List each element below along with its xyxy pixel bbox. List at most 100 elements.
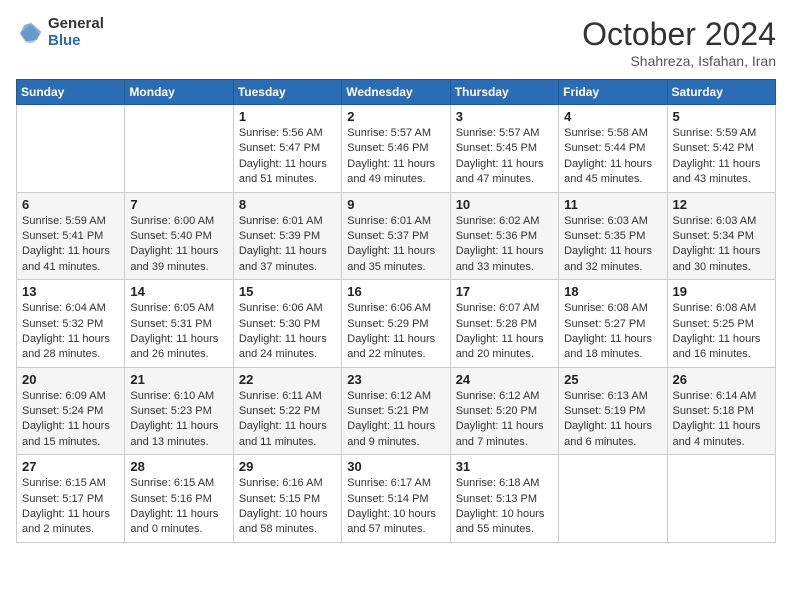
calendar-cell: 29Sunrise: 6:16 AMSunset: 5:15 PMDayligh… xyxy=(233,455,341,543)
day-info: Sunrise: 6:07 AMSunset: 5:28 PMDaylight:… xyxy=(456,301,553,363)
day-number: 11 xyxy=(564,197,661,212)
calendar-cell: 24 Sunrise: 6:12 AMSunset: 5:20 PMDayligh… xyxy=(450,367,558,455)
calendar-cell: 3Sunrise: 5:57 AMSunset: 5:45 PMDaylight… xyxy=(450,105,558,193)
calendar-cell: 27Sunrise: 6:15 AMSunset: 5:17 PMDayligh… xyxy=(17,455,125,543)
day-number: 1 xyxy=(239,109,336,124)
calendar-cell: 21 Sunrise: 6:10 AMSunset: 5:23 PMDayligh… xyxy=(125,367,233,455)
calendar-cell: 12 Sunrise: 6:03 AMSunset: 5:34 PMDayligh… xyxy=(667,192,775,280)
day-number: 20 xyxy=(22,372,119,387)
day-number: 5 xyxy=(673,109,770,124)
day-number: 2 xyxy=(347,109,444,124)
calendar-cell: 17 Sunrise: 6:07 AMSunset: 5:28 PMDayligh… xyxy=(450,280,558,368)
logo-blue: Blue xyxy=(48,33,104,50)
day-number: 25 xyxy=(564,372,661,387)
calendar-cell: 16Sunrise: 6:06 AMSunset: 5:29 PMDayligh… xyxy=(342,280,450,368)
calendar-cell: 15Sunrise: 6:06 AMSunset: 5:30 PMDayligh… xyxy=(233,280,341,368)
page-header: General Blue October 2024 Shahreza, Isfa… xyxy=(16,16,776,69)
day-info: Sunrise: 6:12 AMSunset: 5:21 PMDaylight:… xyxy=(347,389,444,451)
day-number: 13 xyxy=(22,284,119,299)
day-info: Sunrise: 5:58 AMSunset: 5:44 PMDaylight:… xyxy=(564,126,661,188)
day-number: 8 xyxy=(239,197,336,212)
calendar-week-4: 20 Sunrise: 6:09 AMSunset: 5:24 PMDayligh… xyxy=(17,367,776,455)
weekday-monday: Monday xyxy=(125,80,233,105)
day-number: 21 xyxy=(130,372,227,387)
calendar-cell: 19 Sunrise: 6:08 AMSunset: 5:25 PMDayligh… xyxy=(667,280,775,368)
calendar-cell: 13 Sunrise: 6:04 AMSunset: 5:32 PMDayligh… xyxy=(17,280,125,368)
calendar-cell xyxy=(125,105,233,193)
day-number: 4 xyxy=(564,109,661,124)
day-number: 7 xyxy=(130,197,227,212)
title-block: October 2024 Shahreza, Isfahan, Iran xyxy=(582,16,776,69)
calendar-cell: 5Sunrise: 5:59 AMSunset: 5:42 PMDaylight… xyxy=(667,105,775,193)
calendar-cell: 10 Sunrise: 6:02 AMSunset: 5:36 PMDayligh… xyxy=(450,192,558,280)
calendar-cell: 22 Sunrise: 6:11 AMSunset: 5:22 PMDayligh… xyxy=(233,367,341,455)
calendar-week-5: 27Sunrise: 6:15 AMSunset: 5:17 PMDayligh… xyxy=(17,455,776,543)
calendar-week-3: 13 Sunrise: 6:04 AMSunset: 5:32 PMDayligh… xyxy=(17,280,776,368)
day-info: Sunrise: 6:10 AMSunset: 5:23 PMDaylight:… xyxy=(130,389,227,451)
calendar-cell: 18 Sunrise: 6:08 AMSunset: 5:27 PMDayligh… xyxy=(559,280,667,368)
day-number: 23 xyxy=(347,372,444,387)
day-number: 19 xyxy=(673,284,770,299)
day-info: Sunrise: 6:06 AMSunset: 5:30 PMDaylight:… xyxy=(239,301,336,363)
day-info: Sunrise: 6:17 AMSunset: 5:14 PMDaylight:… xyxy=(347,476,444,538)
day-number: 30 xyxy=(347,459,444,474)
day-info: Sunrise: 6:08 AMSunset: 5:27 PMDaylight:… xyxy=(564,301,661,363)
day-info: Sunrise: 6:02 AMSunset: 5:36 PMDaylight:… xyxy=(456,214,553,276)
day-number: 22 xyxy=(239,372,336,387)
calendar-cell: 23 Sunrise: 6:12 AMSunset: 5:21 PMDayligh… xyxy=(342,367,450,455)
day-info: Sunrise: 5:56 AMSunset: 5:47 PMDaylight:… xyxy=(239,126,336,188)
day-info: Sunrise: 6:01 AMSunset: 5:39 PMDaylight:… xyxy=(239,214,336,276)
calendar-cell: 4 Sunrise: 5:58 AMSunset: 5:44 PMDaylight… xyxy=(559,105,667,193)
day-number: 16 xyxy=(347,284,444,299)
calendar-cell: 25 Sunrise: 6:13 AMSunset: 5:19 PMDayligh… xyxy=(559,367,667,455)
calendar-cell xyxy=(17,105,125,193)
day-number: 27 xyxy=(22,459,119,474)
day-number: 9 xyxy=(347,197,444,212)
calendar-cell xyxy=(667,455,775,543)
day-number: 26 xyxy=(673,372,770,387)
day-number: 14 xyxy=(130,284,227,299)
day-number: 18 xyxy=(564,284,661,299)
calendar-cell: 26 Sunrise: 6:14 AMSunset: 5:18 PMDayligh… xyxy=(667,367,775,455)
calendar-week-1: 1 Sunrise: 5:56 AMSunset: 5:47 PMDaylight… xyxy=(17,105,776,193)
day-info: Sunrise: 6:12 AMSunset: 5:20 PMDaylight:… xyxy=(456,389,553,451)
calendar-week-2: 6 Sunrise: 5:59 AMSunset: 5:41 PMDaylight… xyxy=(17,192,776,280)
day-number: 17 xyxy=(456,284,553,299)
logo-text: General Blue xyxy=(48,16,104,49)
day-info: Sunrise: 6:09 AMSunset: 5:24 PMDaylight:… xyxy=(22,389,119,451)
calendar-cell: 7Sunrise: 6:00 AMSunset: 5:40 PMDaylight… xyxy=(125,192,233,280)
weekday-thursday: Thursday xyxy=(450,80,558,105)
day-info: Sunrise: 6:11 AMSunset: 5:22 PMDaylight:… xyxy=(239,389,336,451)
day-number: 24 xyxy=(456,372,553,387)
day-number: 28 xyxy=(130,459,227,474)
calendar-cell: 28Sunrise: 6:15 AMSunset: 5:16 PMDayligh… xyxy=(125,455,233,543)
weekday-saturday: Saturday xyxy=(667,80,775,105)
day-number: 3 xyxy=(456,109,553,124)
day-info: Sunrise: 6:13 AMSunset: 5:19 PMDaylight:… xyxy=(564,389,661,451)
day-info: Sunrise: 5:57 AMSunset: 5:46 PMDaylight:… xyxy=(347,126,444,188)
weekday-tuesday: Tuesday xyxy=(233,80,341,105)
weekday-wednesday: Wednesday xyxy=(342,80,450,105)
day-info: Sunrise: 6:03 AMSunset: 5:34 PMDaylight:… xyxy=(673,214,770,276)
day-info: Sunrise: 6:16 AMSunset: 5:15 PMDaylight:… xyxy=(239,476,336,538)
calendar-cell: 9Sunrise: 6:01 AMSunset: 5:37 PMDaylight… xyxy=(342,192,450,280)
weekday-friday: Friday xyxy=(559,80,667,105)
calendar-cell: 14 Sunrise: 6:05 AMSunset: 5:31 PMDayligh… xyxy=(125,280,233,368)
calendar-cell: 6 Sunrise: 5:59 AMSunset: 5:41 PMDaylight… xyxy=(17,192,125,280)
day-number: 12 xyxy=(673,197,770,212)
day-info: Sunrise: 5:59 AMSunset: 5:41 PMDaylight:… xyxy=(22,214,119,276)
weekday-header-row: SundayMondayTuesdayWednesdayThursdayFrid… xyxy=(17,80,776,105)
day-info: Sunrise: 6:18 AMSunset: 5:13 PMDaylight:… xyxy=(456,476,553,538)
day-number: 10 xyxy=(456,197,553,212)
day-info: Sunrise: 6:04 AMSunset: 5:32 PMDaylight:… xyxy=(22,301,119,363)
day-number: 6 xyxy=(22,197,119,212)
day-info: Sunrise: 6:05 AMSunset: 5:31 PMDaylight:… xyxy=(130,301,227,363)
day-info: Sunrise: 6:08 AMSunset: 5:25 PMDaylight:… xyxy=(673,301,770,363)
location-subtitle: Shahreza, Isfahan, Iran xyxy=(582,53,776,69)
day-info: Sunrise: 6:14 AMSunset: 5:18 PMDaylight:… xyxy=(673,389,770,451)
calendar-cell xyxy=(559,455,667,543)
calendar-cell: 31 Sunrise: 6:18 AMSunset: 5:13 PMDayligh… xyxy=(450,455,558,543)
calendar-cell: 2 Sunrise: 5:57 AMSunset: 5:46 PMDaylight… xyxy=(342,105,450,193)
day-number: 31 xyxy=(456,459,553,474)
logo-icon xyxy=(16,19,44,47)
